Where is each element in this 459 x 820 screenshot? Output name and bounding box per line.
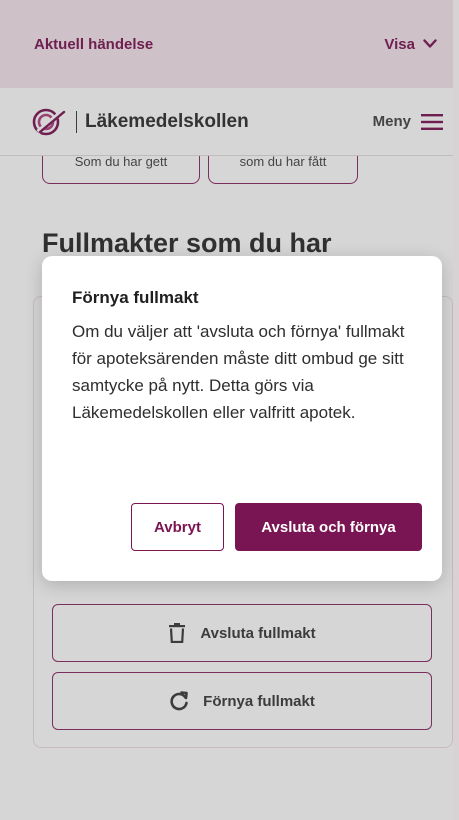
confirm-renew-button-label: Avsluta och förnya — [261, 518, 396, 536]
confirm-renew-button[interactable]: Avsluta och förnya — [235, 503, 422, 551]
page: Aktuell händelse Visa Läkemedelskollen M… — [0, 0, 459, 820]
window-frame-edge — [453, 0, 459, 820]
dialog-actions: Avbryt Avsluta och förnya — [131, 503, 422, 551]
renew-mandate-dialog: Förnya fullmakt Om du väljer att 'avslut… — [42, 256, 442, 581]
dialog-title: Förnya fullmakt — [72, 288, 199, 307]
cancel-button[interactable]: Avbryt — [131, 503, 224, 551]
dialog-body: Om du väljer att 'avsluta och förnya' fu… — [72, 322, 405, 422]
cancel-button-label: Avbryt — [154, 518, 201, 536]
